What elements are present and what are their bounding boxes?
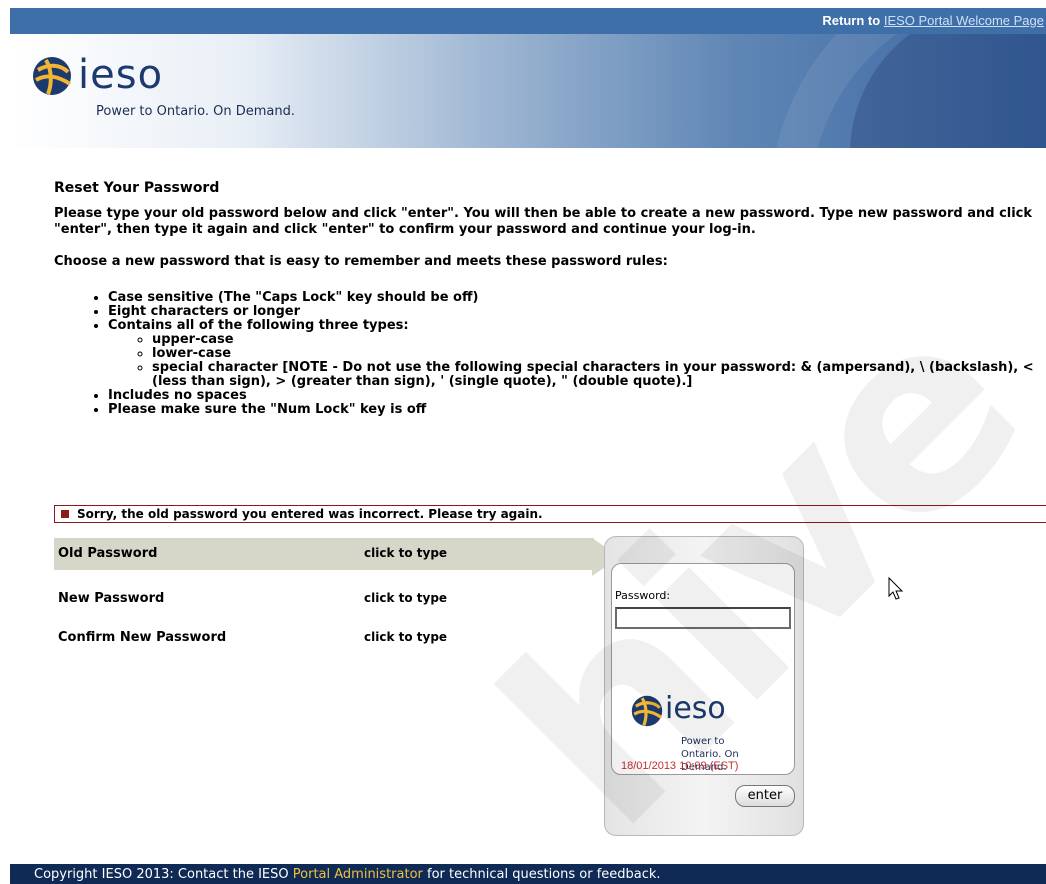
timestamp: 18/01/2013 10:09 (EST) (621, 760, 739, 772)
rule-item: Please make sure the "Num Lock" key is o… (108, 403, 1034, 417)
main-content: Reset Your Password Please type your old… (54, 180, 1034, 417)
rule-subitem: lower-case (152, 347, 1034, 361)
new-password-click-to-type[interactable]: click to type (364, 591, 447, 605)
footer-text: Copyright IESO 2013: Contact the IESO Po… (34, 867, 661, 882)
footer-prefix: Copyright IESO 2013: Contact the IESO (34, 867, 289, 882)
rule-item: Eight characters or longer (108, 305, 1034, 319)
old-password-row[interactable]: Old Password click to type (54, 538, 620, 576)
footer: Copyright IESO 2013: Contact the IESO Po… (10, 864, 1046, 884)
rule-item: Includes no spaces (108, 389, 1034, 403)
rules-intro: Choose a new password that is easy to re… (54, 254, 668, 269)
footer-suffix: for technical questions or feedback. (427, 867, 661, 882)
left-margin (0, 0, 10, 884)
new-password-row[interactable]: New Password click to type (54, 583, 594, 615)
password-input[interactable] (615, 607, 791, 629)
globe-icon (33, 57, 72, 95)
old-password-label: Old Password (58, 546, 158, 561)
brand-name: ieso (78, 52, 164, 98)
confirm-password-click-to-type[interactable]: click to type (364, 630, 447, 644)
rule-item: Case sensitive (The "Caps Lock" key shou… (108, 291, 1034, 305)
brand-tagline: Power to Ontario. On Demand. (96, 104, 295, 119)
confirm-password-row[interactable]: Confirm New Password click to type (54, 622, 594, 654)
return-link-container: Return to IESO Portal Welcome Page (822, 13, 1044, 28)
globe-icon (631, 695, 663, 727)
rule-text: Contains all of the following three type… (108, 318, 409, 333)
error-message-box: Sorry, the old password you entered was … (54, 505, 1046, 523)
error-square-icon (61, 510, 69, 518)
password-label: Password: (615, 589, 671, 602)
intro-text: Please type your old password below and … (54, 206, 1033, 237)
welcome-page-link[interactable]: IESO Portal Welcome Page (884, 13, 1044, 28)
enter-button[interactable]: enter (735, 785, 795, 807)
portal-administrator-link[interactable]: Portal Administrator (293, 867, 423, 882)
character-types-list: upper-case lower-case special character … (108, 333, 1034, 389)
error-message: Sorry, the old password you entered was … (77, 507, 543, 521)
page-title: Reset Your Password (54, 180, 220, 196)
old-password-click-to-type[interactable]: click to type (364, 546, 447, 560)
password-rules-list: Case sensitive (The "Caps Lock" key shou… (54, 291, 1034, 417)
virtual-keypad-panel: Password: ieso Power to Ontario. On Dema… (604, 536, 804, 836)
panel-brand-name: ieso (665, 691, 726, 726)
header-banner: ieso Power to Ontario. On Demand. (10, 34, 1046, 148)
return-prefix: Return to (822, 13, 881, 28)
new-password-label: New Password (58, 591, 165, 606)
rule-item: Contains all of the following three type… (108, 319, 1034, 389)
confirm-password-label: Confirm New Password (58, 630, 227, 645)
rule-subitem: special character [NOTE - Do not use the… (152, 361, 1034, 389)
rule-subitem: upper-case (152, 333, 1034, 347)
mouse-cursor-icon (888, 577, 904, 600)
top-bar: Return to IESO Portal Welcome Page (10, 8, 1046, 34)
